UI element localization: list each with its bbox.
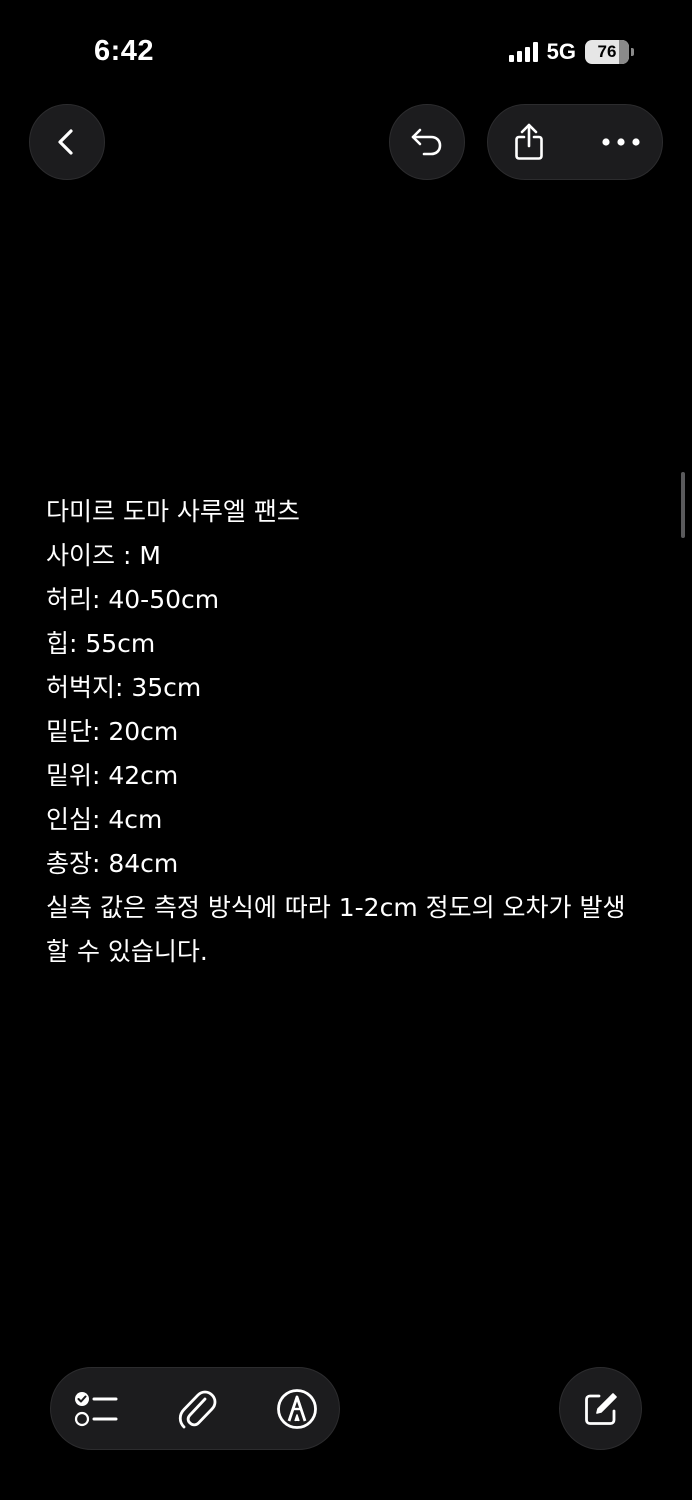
battery-icon: 76 [585, 40, 634, 64]
note-title: 다미르 도마 사루엘 팬츠 [46, 497, 300, 526]
note-line-rise: 밑위: 42cm [46, 761, 179, 790]
status-indicators: 5G 76 [508, 38, 634, 66]
markup-pen-icon [277, 1388, 317, 1429]
more-button[interactable] [580, 105, 662, 179]
bottom-tools-group [50, 1367, 340, 1450]
note-line-hem: 밑단: 20cm [46, 717, 179, 746]
note-line-inseam: 인심: 4cm [46, 805, 163, 834]
note-line-disclaimer: 실측 값은 측정 방식에 따라 1-2cm 정도의 오차가 발생할 수 있습니다… [46, 893, 626, 966]
paperclip-icon [178, 1390, 217, 1428]
back-button[interactable] [29, 104, 105, 180]
share-icon [515, 123, 543, 160]
note-line-waist: 허리: 40-50cm [46, 585, 220, 614]
undo-icon [411, 128, 442, 156]
attachment-button[interactable] [157, 1368, 237, 1449]
checklist-icon [74, 1391, 118, 1426]
note-line-length: 총장: 84cm [46, 849, 179, 878]
cellular-signal-icon [508, 42, 538, 62]
undo-button[interactable] [389, 104, 465, 180]
scroll-indicator[interactable] [681, 472, 685, 538]
note-line-hip: 힙: 55cm [46, 629, 156, 658]
compose-icon [584, 1392, 617, 1425]
compose-button[interactable] [559, 1367, 642, 1450]
status-time: 6:42 [94, 35, 155, 67]
chevron-left-icon [58, 129, 73, 155]
share-more-group [487, 104, 663, 180]
note-line-size: 사이즈 : M [46, 541, 161, 570]
note-body[interactable]: 다미르 도마 사루엘 팬츠 사이즈 : M 허리: 40-50cm 힙: 55c… [46, 490, 636, 974]
markup-button[interactable] [257, 1368, 337, 1449]
ellipsis-icon [602, 138, 640, 146]
share-button[interactable] [488, 105, 570, 179]
checklist-button[interactable] [57, 1368, 137, 1449]
battery-level: 76 [597, 42, 617, 61]
note-line-thigh: 허벅지: 35cm [46, 673, 202, 702]
network-type: 5G [546, 39, 576, 64]
